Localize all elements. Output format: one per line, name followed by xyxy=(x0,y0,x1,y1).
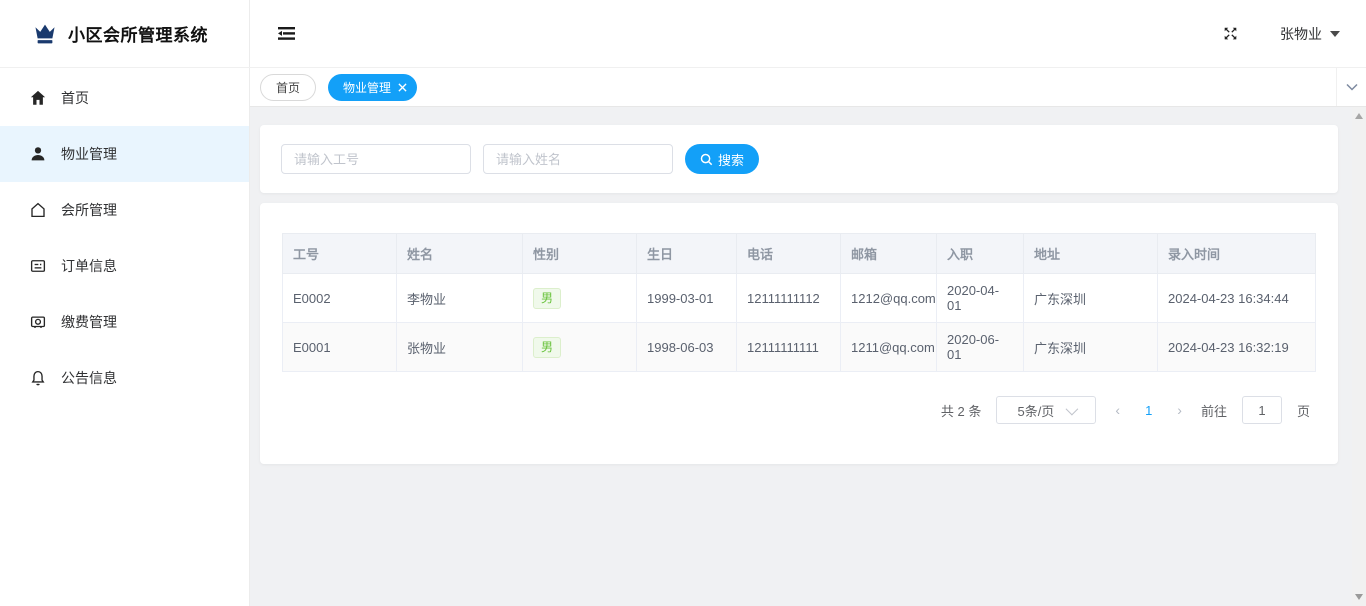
tab-label: 首页 xyxy=(276,80,301,95)
tab-home[interactable]: 首页 xyxy=(260,73,317,101)
collapse-menu-icon[interactable] xyxy=(278,26,295,41)
cell-gender: 男 xyxy=(522,273,637,323)
page-number[interactable]: 1 xyxy=(1139,403,1158,418)
sidebar: 首页 物业管理 会所管理 订单信息 缴费管理 公告信息 xyxy=(0,68,250,606)
sidebar-item-label: 首页 xyxy=(61,90,89,106)
scroll-up-icon[interactable] xyxy=(1355,113,1363,119)
table-header-row: 工号 姓名 性别 生日 电话 邮箱 入职 地址 录入时间 xyxy=(282,233,1316,274)
main-area: 首页 物业管理 搜索 xyxy=(250,68,1366,606)
table-row: E0002 李物业 男 1999-03-01 12111111112 1212@… xyxy=(282,273,1316,323)
sidebar-item-label: 缴费管理 xyxy=(61,314,117,330)
col-gender: 性别 xyxy=(522,233,637,274)
cell-email: 1211@qq.com xyxy=(840,322,937,372)
page-size-value: 5条/页 xyxy=(1017,403,1055,419)
sidebar-item-home[interactable]: 首页 xyxy=(0,70,249,126)
sidebar-item-label: 订单信息 xyxy=(61,258,117,274)
col-hire-date: 入职 xyxy=(936,233,1024,274)
search-icon xyxy=(700,153,713,166)
caret-down-icon xyxy=(1330,30,1340,37)
logo: 小区会所管理系统 xyxy=(0,0,250,67)
gender-tag: 男 xyxy=(533,287,562,309)
gender-tag: 男 xyxy=(533,336,562,358)
sidebar-item-label: 会所管理 xyxy=(61,202,117,218)
col-name: 姓名 xyxy=(396,233,523,274)
cell-email: 1212@qq.com xyxy=(840,273,937,323)
search-button[interactable]: 搜索 xyxy=(685,144,760,174)
content-area: 搜索 工号 姓名 性别 生日 xyxy=(250,107,1366,606)
user-dropdown[interactable]: 张物业 xyxy=(1280,24,1340,44)
col-employee-id: 工号 xyxy=(282,233,397,274)
cell-gender: 男 xyxy=(522,322,637,372)
sidebar-item-announcements[interactable]: 公告信息 xyxy=(0,350,249,406)
page-size-select[interactable]: 5条/页 xyxy=(996,396,1097,424)
tab-label: 物业管理 xyxy=(343,80,392,95)
sidebar-item-payments[interactable]: 缴费管理 xyxy=(0,294,249,350)
pagination: 共 2 条 5条/页 ‹ 1 › 前往 页 xyxy=(282,396,1316,424)
house-icon xyxy=(29,201,47,219)
payment-icon xyxy=(29,313,47,331)
user-icon xyxy=(29,145,47,163)
user-name: 张物业 xyxy=(1280,25,1322,42)
table-row: E0001 张物业 男 1998-06-03 12111111111 1211@… xyxy=(282,322,1316,372)
sidebar-item-label: 物业管理 xyxy=(61,146,117,162)
cell-birthday: 1998-06-03 xyxy=(636,322,737,372)
sidebar-item-club[interactable]: 会所管理 xyxy=(0,182,249,238)
table-panel: 工号 姓名 性别 生日 电话 邮箱 入职 地址 录入时间 E0002 李物业 男… xyxy=(260,203,1338,464)
crown-logo-icon xyxy=(32,21,58,47)
page-unit-label: 页 xyxy=(1296,403,1310,419)
sidebar-item-label: 公告信息 xyxy=(61,370,117,386)
cell-created-at: 2024-04-23 16:34:44 xyxy=(1157,273,1316,323)
app-title: 小区会所管理系统 xyxy=(68,26,208,45)
sidebar-item-property[interactable]: 物业管理 xyxy=(0,126,249,182)
cell-name: 李物业 xyxy=(396,273,523,323)
col-email: 邮箱 xyxy=(840,233,937,274)
property-table: 工号 姓名 性别 生日 电话 邮箱 入职 地址 录入时间 E0002 李物业 男… xyxy=(282,233,1316,372)
home-icon xyxy=(29,89,47,107)
fullscreen-icon[interactable] xyxy=(1223,26,1238,41)
cell-employee-id: E0001 xyxy=(282,322,397,372)
search-button-label: 搜索 xyxy=(718,152,745,168)
cell-hire-date: 2020-04-01 xyxy=(936,273,1024,323)
col-address: 地址 xyxy=(1023,233,1158,274)
employee-id-input[interactable] xyxy=(281,144,471,174)
close-icon[interactable] xyxy=(398,82,407,92)
col-phone: 电话 xyxy=(736,233,841,274)
cell-created-at: 2024-04-23 16:32:19 xyxy=(1157,322,1316,372)
scroll-down-icon[interactable] xyxy=(1355,594,1363,600)
total-count: 共 2 条 xyxy=(940,403,982,419)
header-toolbar: 张物业 xyxy=(250,0,1366,67)
cell-hire-date: 2020-06-01 xyxy=(936,322,1024,372)
tab-property[interactable]: 物业管理 xyxy=(328,73,418,101)
next-page-button[interactable]: › xyxy=(1173,402,1186,418)
tab-list-dropdown[interactable] xyxy=(1336,68,1366,106)
order-icon xyxy=(29,257,47,275)
prev-page-button[interactable]: ‹ xyxy=(1111,402,1124,418)
cell-birthday: 1999-03-01 xyxy=(636,273,737,323)
goto-page-input[interactable] xyxy=(1241,396,1282,424)
search-panel: 搜索 xyxy=(260,125,1338,193)
cell-phone: 12111111112 xyxy=(736,273,841,323)
vertical-scrollbar[interactable] xyxy=(1352,107,1366,606)
cell-name: 张物业 xyxy=(396,322,523,372)
cell-address: 广东深圳 xyxy=(1023,273,1158,323)
sidebar-item-orders[interactable]: 订单信息 xyxy=(0,238,249,294)
col-created-at: 录入时间 xyxy=(1157,233,1316,274)
app-header: 小区会所管理系统 张物业 xyxy=(0,0,1366,68)
col-birthday: 生日 xyxy=(636,233,737,274)
cell-phone: 12111111111 xyxy=(736,322,841,372)
name-input[interactable] xyxy=(483,144,673,174)
goto-label: 前往 xyxy=(1200,403,1227,419)
cell-employee-id: E0002 xyxy=(282,273,397,323)
tab-bar: 首页 物业管理 xyxy=(250,68,1366,107)
cell-address: 广东深圳 xyxy=(1023,322,1158,372)
chevron-down-icon xyxy=(1065,402,1079,415)
bell-icon xyxy=(29,369,47,387)
